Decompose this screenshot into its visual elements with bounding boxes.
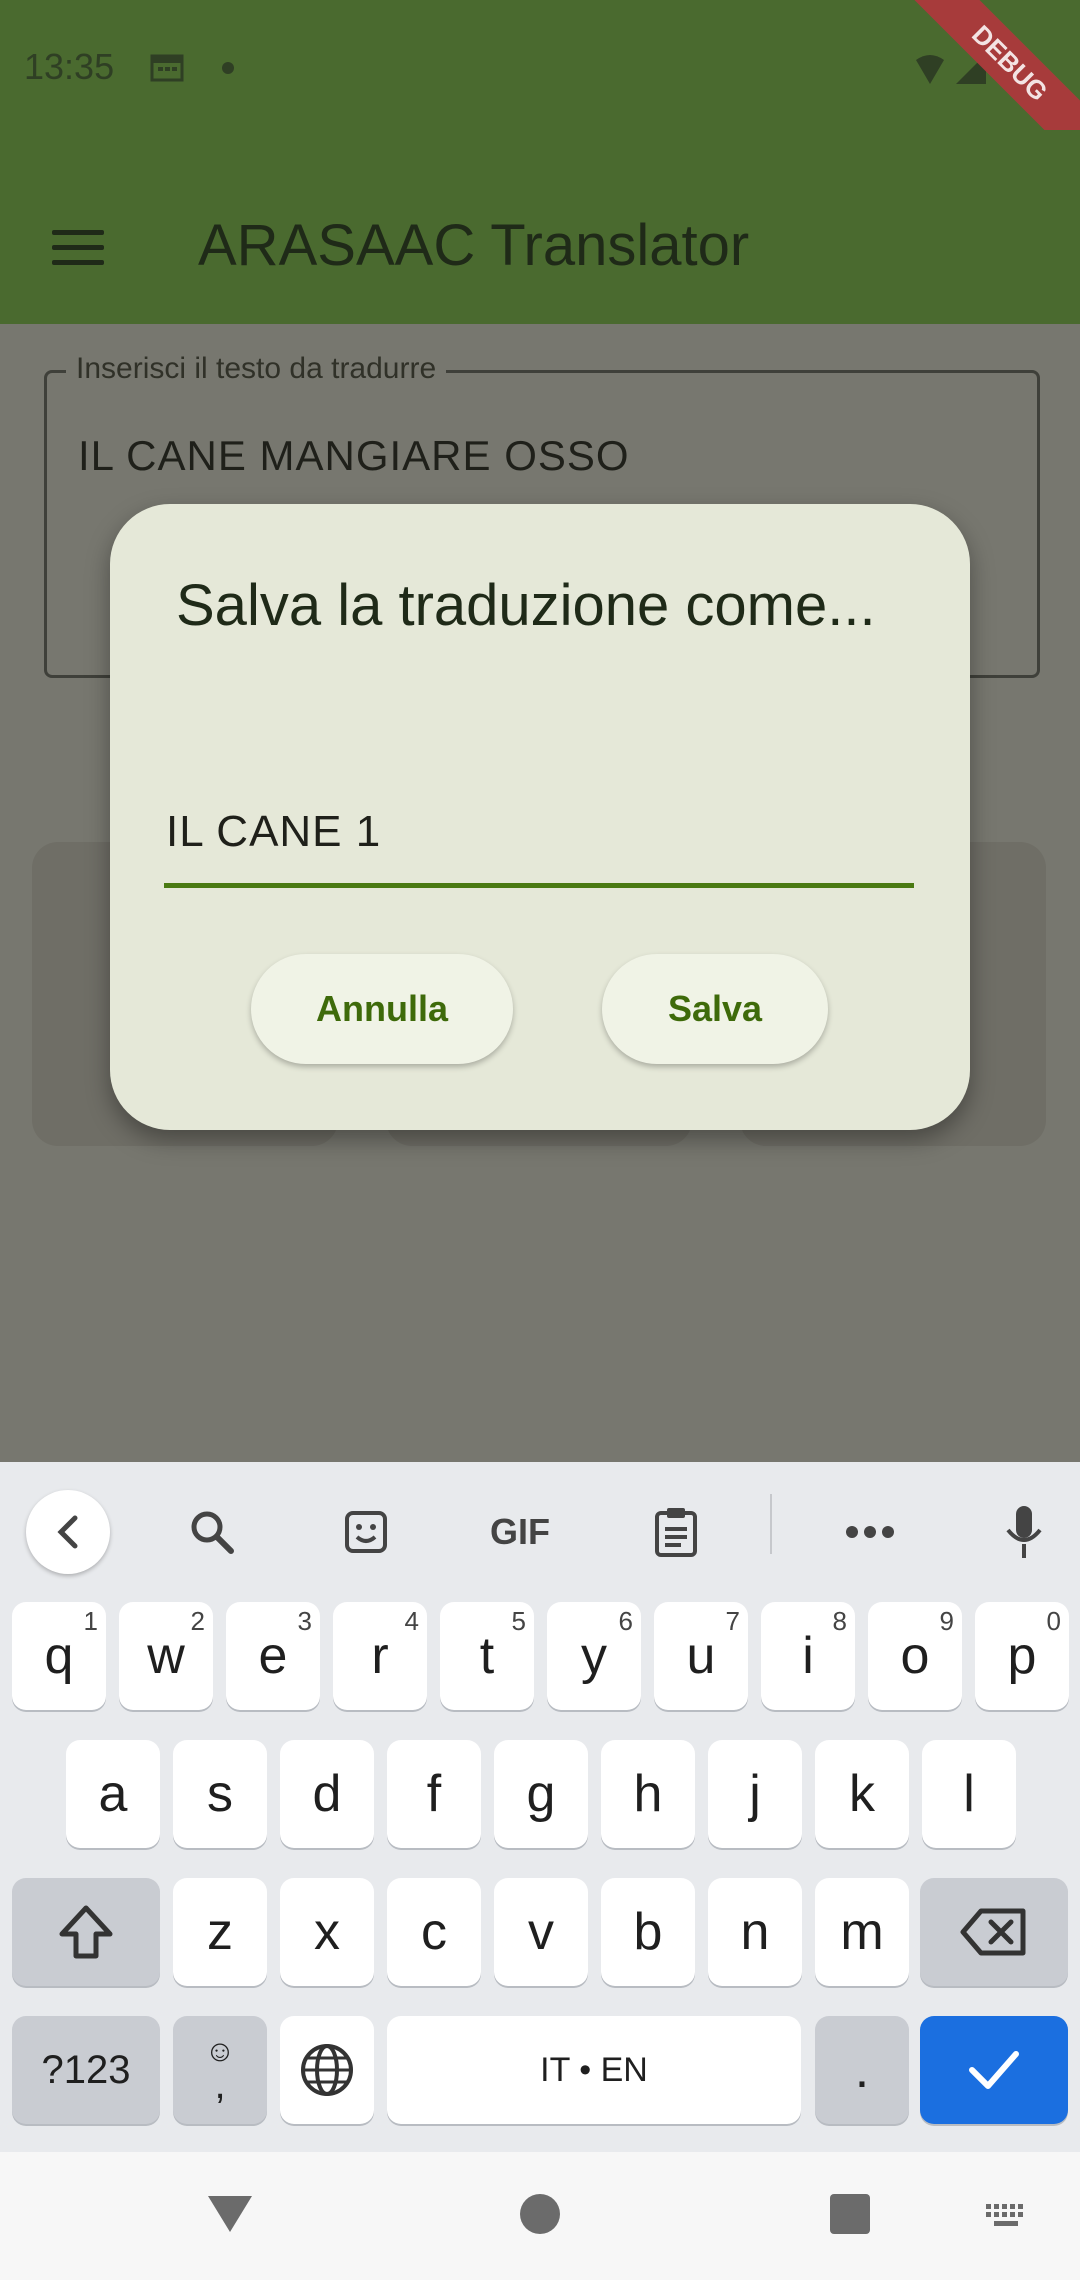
period-key[interactable]: .	[815, 2016, 909, 2124]
backspace-key[interactable]	[920, 1878, 1068, 1986]
language-key[interactable]	[280, 2016, 374, 2124]
key-v[interactable]: v	[494, 1878, 588, 1986]
key-x[interactable]: x	[280, 1878, 374, 1986]
home-nav-button[interactable]	[518, 2192, 562, 2241]
chevron-left-icon	[57, 1515, 78, 1549]
translation-field-label: Inserisci il testo da tradurre	[66, 352, 447, 386]
keyboard-toolbar-divider	[770, 1494, 772, 1554]
shift-icon	[59, 1905, 113, 1959]
key-z[interactable]: z	[173, 1878, 267, 1986]
key-h[interactable]: h	[601, 1740, 695, 1848]
emoji-comma-key[interactable]: ☺ ,	[173, 2016, 267, 2124]
shift-key[interactable]	[12, 1878, 160, 1986]
symbols-key[interactable]: ?123	[12, 2016, 160, 2124]
more-horizontal-icon	[846, 1526, 894, 1538]
key-a[interactable]: a	[66, 1740, 160, 1848]
key-w[interactable]: w2	[119, 1602, 213, 1710]
keyboard-more-button[interactable]	[828, 1490, 912, 1574]
sticker-icon	[345, 1511, 387, 1553]
key-q[interactable]: q1	[12, 1602, 106, 1710]
key-i[interactable]: i8	[761, 1602, 855, 1710]
status-time: 13:35	[24, 46, 115, 87]
keyboard-voice-button[interactable]	[982, 1490, 1066, 1574]
wifi-icon	[916, 55, 944, 84]
back-nav-button[interactable]	[204, 2192, 256, 2241]
checkmark-icon	[969, 2051, 1019, 2089]
keyboard-sticker-button[interactable]	[324, 1490, 408, 1574]
key-y[interactable]: y6	[547, 1602, 641, 1710]
back-triangle-icon	[208, 2196, 252, 2232]
recents-nav-button[interactable]	[828, 2192, 872, 2241]
translation-name-input[interactable]	[164, 780, 914, 888]
key-j[interactable]: j	[708, 1740, 802, 1848]
key-d[interactable]: d	[280, 1740, 374, 1848]
calendar-icon	[150, 52, 184, 82]
app-title: ARASAAC Translator	[198, 213, 750, 278]
key-r[interactable]: r4	[333, 1602, 427, 1710]
notification-dot-icon	[222, 62, 234, 74]
clipboard-icon	[655, 1508, 697, 1557]
key-e[interactable]: e3	[226, 1602, 320, 1710]
save-button[interactable]: Salva	[602, 954, 828, 1064]
keyboard-gif-button[interactable]: GIF	[478, 1490, 562, 1574]
keyboard-switch-button[interactable]	[984, 2202, 1030, 2235]
key-l[interactable]: l	[922, 1740, 1016, 1848]
dialog-title: Salva la traduzione come...	[176, 573, 876, 638]
space-key[interactable]: IT • EN	[387, 2016, 801, 2124]
key-g[interactable]: g	[494, 1740, 588, 1848]
menu-icon[interactable]	[52, 230, 104, 266]
key-u[interactable]: u7	[654, 1602, 748, 1710]
key-p[interactable]: p0	[975, 1602, 1069, 1710]
key-s[interactable]: s	[173, 1740, 267, 1848]
key-o[interactable]: o9	[868, 1602, 962, 1710]
keyboard-icon	[986, 2204, 1023, 2226]
key-m[interactable]: m	[815, 1878, 909, 1986]
key-b[interactable]: b	[601, 1878, 695, 1986]
keyboard-search-button[interactable]	[170, 1490, 254, 1574]
microphone-icon	[1006, 1506, 1042, 1558]
key-t[interactable]: t5	[440, 1602, 534, 1710]
enter-key[interactable]	[920, 2016, 1068, 2124]
backspace-icon	[960, 1908, 1026, 1956]
search-icon	[191, 1511, 234, 1554]
key-k[interactable]: k	[815, 1740, 909, 1848]
recents-square-icon	[830, 2194, 870, 2234]
keyboard-clipboard-button[interactable]	[634, 1490, 718, 1574]
key-f[interactable]: f	[387, 1740, 481, 1848]
translation-field-value: IL CANE MANGIARE OSSO	[78, 432, 630, 479]
home-circle-icon	[520, 2194, 560, 2234]
key-n[interactable]: n	[708, 1878, 802, 1986]
globe-icon	[301, 2044, 353, 2096]
cancel-button[interactable]: Annulla	[251, 954, 513, 1064]
keyboard-collapse-button[interactable]	[26, 1490, 110, 1574]
key-c[interactable]: c	[387, 1878, 481, 1986]
